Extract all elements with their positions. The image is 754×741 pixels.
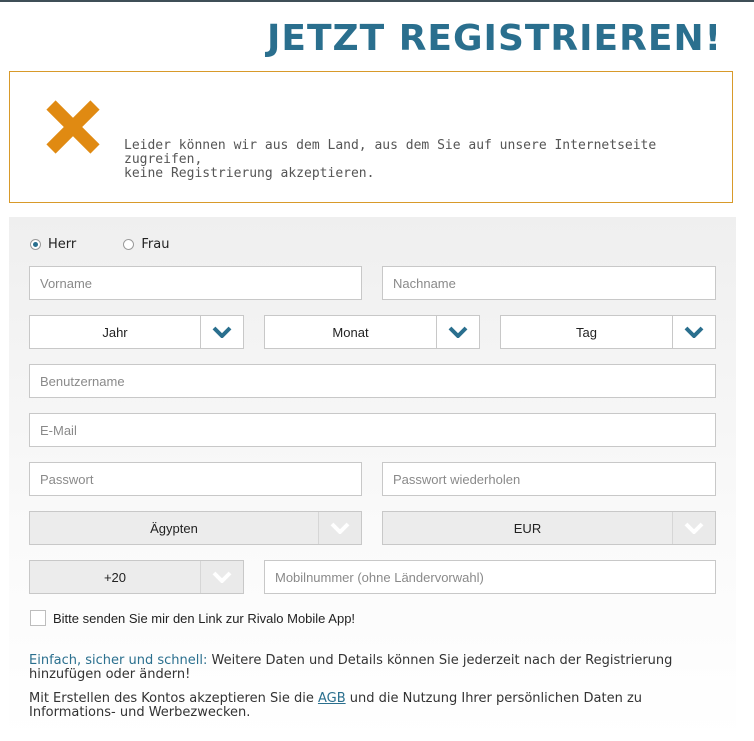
mobile-number-field[interactable]: Mobilnummer (ohne Ländervorwahl) (264, 560, 716, 594)
radio-dot-selected[interactable] (30, 239, 41, 250)
birth-month-select[interactable]: Monat (264, 315, 480, 349)
birth-day-select[interactable]: Tag (500, 315, 716, 349)
country-value: Ägypten (150, 520, 198, 536)
error-message-line2: keine Registrierung akzeptieren. (124, 166, 375, 181)
error-message: Leider können wir aus dem Land, aus dem … (124, 139, 724, 181)
radio-herr-label: Herr (48, 237, 77, 252)
radio-frau[interactable]: Frau (123, 237, 169, 252)
info-highlight: Einfach, sicher und schnell: (29, 653, 208, 668)
currency-select[interactable]: EUR (382, 511, 716, 545)
registration-form: Herr Frau Vorname Nachname Jahr Monat Ta… (9, 217, 736, 741)
chevron-down-icon[interactable] (672, 316, 715, 348)
agb-link[interactable]: AGB (318, 691, 346, 706)
chevron-down-icon[interactable] (318, 512, 361, 544)
error-message-line1: Leider können wir aus dem Land, aus dem … (124, 138, 657, 167)
chevron-down-icon[interactable] (200, 316, 243, 348)
phone-prefix-value: +20 (103, 569, 127, 585)
error-alert: Leider können wir aus dem Land, aus dem … (9, 71, 733, 203)
country-select[interactable]: Ägypten (29, 511, 362, 545)
radio-frau-label: Frau (141, 237, 170, 252)
chevron-down-icon[interactable] (200, 561, 243, 593)
app-link-checkbox[interactable] (30, 610, 46, 626)
radio-dot[interactable] (123, 239, 135, 250)
app-link-checkbox-label: Bitte senden Sie mir den Link zur Rivalo… (53, 610, 356, 626)
birth-month-value: Monat (332, 324, 369, 340)
currency-value: EUR (513, 520, 542, 536)
email-field[interactable]: E-Mail (29, 413, 716, 447)
top-divider (0, 0, 754, 2)
chevron-down-icon[interactable] (672, 512, 715, 544)
page-title: JETZT REGISTRIEREN! (266, 18, 722, 59)
chevron-down-icon[interactable] (436, 316, 479, 348)
app-link-checkbox-row[interactable]: Bitte senden Sie mir den Link zur Rivalo… (30, 610, 355, 626)
first-name-field[interactable]: Vorname (29, 266, 362, 300)
radio-herr[interactable]: Herr (30, 237, 76, 252)
phone-prefix-select[interactable]: +20 (29, 560, 244, 594)
birth-day-value: Tag (576, 324, 597, 340)
info-text: Einfach, sicher und schnell: Weitere Dat… (29, 654, 679, 682)
password-repeat-field[interactable]: Passwort wiederholen (382, 462, 716, 496)
close-x-icon (46, 100, 100, 154)
birth-year-select[interactable]: Jahr (29, 315, 244, 349)
terms-text: Mit Erstellen des Kontos akzeptieren Sie… (29, 692, 719, 720)
last-name-field[interactable]: Nachname (382, 266, 716, 300)
gender-radio-group: Herr Frau (30, 237, 169, 254)
terms-before: Mit Erstellen des Kontos akzeptieren Sie… (29, 691, 318, 706)
password-field[interactable]: Passwort (29, 462, 362, 496)
username-field[interactable]: Benutzername (29, 364, 716, 398)
birth-year-value: Jahr (102, 324, 128, 340)
